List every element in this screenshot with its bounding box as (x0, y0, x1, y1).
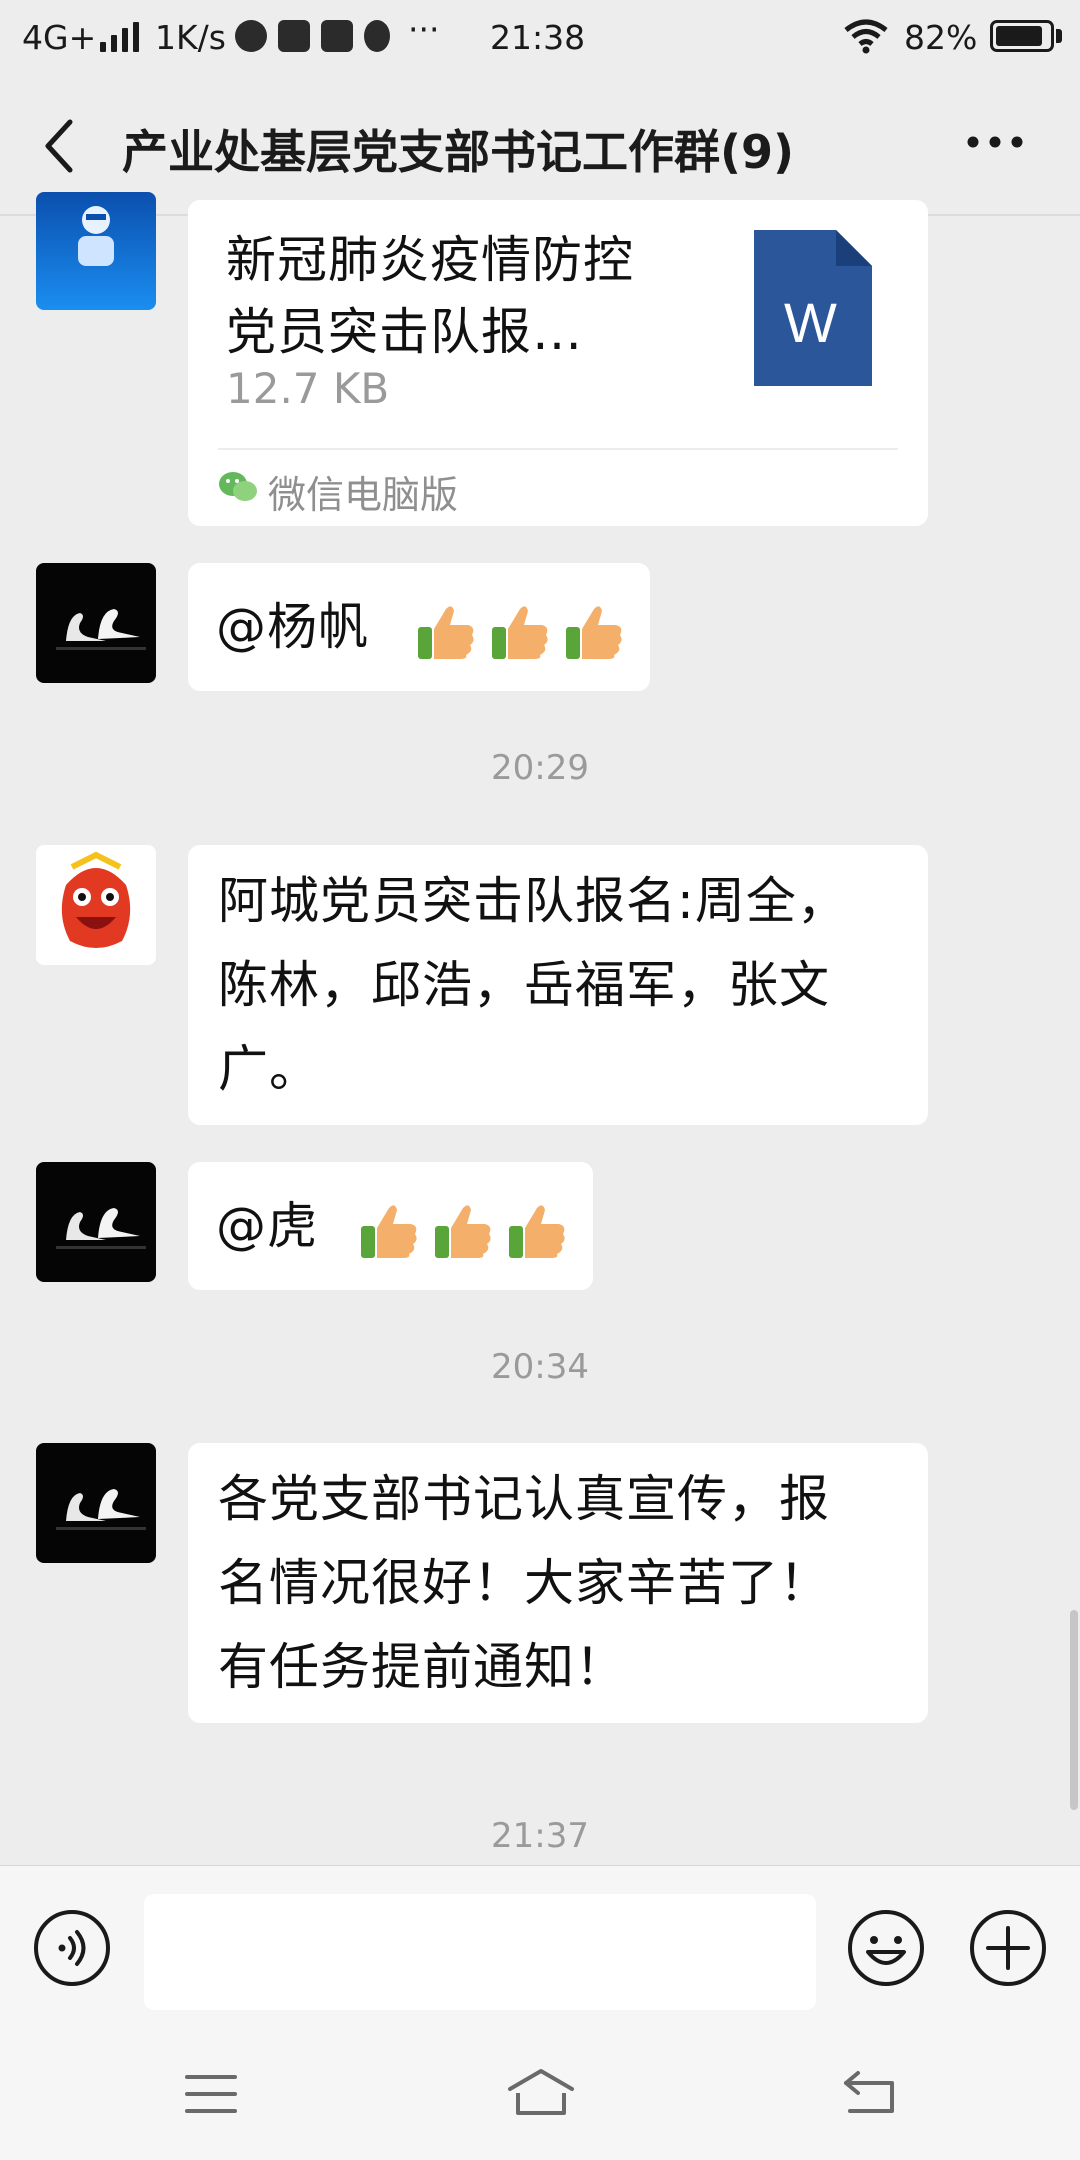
battery-percent: 82% (904, 18, 978, 57)
network-type: 4G+ (22, 18, 97, 57)
message-text: @杨帆 (216, 585, 626, 669)
card-divider (218, 448, 898, 450)
status-bar: 4G+ 1K/s ··· 21:38 82% (0, 0, 1080, 74)
scrollbar[interactable] (1070, 1610, 1078, 1810)
thumbs-up-icon (417, 605, 474, 659)
emoji-icon[interactable] (846, 1908, 926, 1988)
voice-icon[interactable] (32, 1908, 112, 1988)
word-file-icon: W (754, 230, 872, 386)
message-text: 阿城党员突击队报名:周全， 陈林，邱浩，岳福军，张文 广。 (218, 872, 848, 1098)
file-message-bubble[interactable]: 新冠肺炎疫情防控 党员突击队报… 12.7 KB W 微信电脑版 (188, 200, 928, 526)
thumbs-up-icon (565, 605, 622, 659)
text-message-bubble[interactable]: 阿城党员突击队报名:周全， 陈林，邱浩，岳福军，张文 广。 (188, 845, 928, 1125)
qq-notify-icon (364, 20, 390, 52)
message-text: @虎 (216, 1184, 569, 1268)
thumbs-up-icon (434, 1204, 491, 1258)
text-message-bubble[interactable]: 各党支部书记认真宣传，报 名情况很好！大家辛苦了！ 有任务提前通知！ (188, 1443, 928, 1723)
net-speed: 1K/s (155, 18, 226, 57)
more-notifications: ··· (408, 10, 440, 49)
avatar[interactable] (36, 1162, 156, 1282)
app-notify-icon (235, 20, 267, 52)
thumbs-up-icon (508, 1204, 565, 1258)
menu-icon[interactable] (185, 2073, 237, 2115)
system-nav-bar (0, 2025, 1080, 2160)
wechat-icon (219, 472, 257, 501)
page-title: 产业处基层党支部书记工作群(9) (122, 125, 795, 179)
message-input[interactable] (144, 1894, 816, 2010)
message-text: 各党支部书记认真宣传，报 名情况很好！大家辛苦了！ 有任务提前通知！ (218, 1470, 830, 1696)
input-bar (0, 1865, 1080, 2026)
file-title: 新冠肺炎疫情防控 党员突击队报… (226, 231, 634, 361)
timestamp: 20:29 (491, 748, 589, 788)
timestamp: 20:34 (491, 1347, 589, 1387)
app-notify-icon (278, 20, 310, 52)
signal-icon (100, 22, 144, 52)
home-icon[interactable] (506, 2067, 576, 2117)
avatar[interactable] (36, 563, 156, 683)
avatar[interactable] (36, 1443, 156, 1563)
back-arrow-icon[interactable] (842, 2069, 898, 2115)
more-dots-icon[interactable] (965, 132, 1025, 152)
file-size: 12.7 KB (226, 364, 390, 413)
avatar[interactable] (36, 192, 156, 310)
alipay-notify-icon (321, 20, 353, 52)
clock: 21:38 (490, 18, 586, 57)
timestamp: 21:37 (491, 1816, 589, 1856)
thumbs-up-icon (360, 1204, 417, 1258)
chevron-left-icon[interactable] (38, 116, 78, 176)
chat-header: 产业处基层党支部书记工作群(9) (0, 74, 1080, 214)
plus-circle-icon[interactable] (968, 1908, 1048, 1988)
thumbs-up-icon (491, 605, 548, 659)
text-message-bubble[interactable]: @虎 (188, 1162, 593, 1290)
text-message-bubble[interactable]: @杨帆 (188, 563, 650, 691)
avatar[interactable] (36, 845, 156, 965)
wifi-icon (844, 19, 888, 54)
file-source: 微信电脑版 (268, 473, 459, 517)
battery-icon (990, 20, 1054, 52)
